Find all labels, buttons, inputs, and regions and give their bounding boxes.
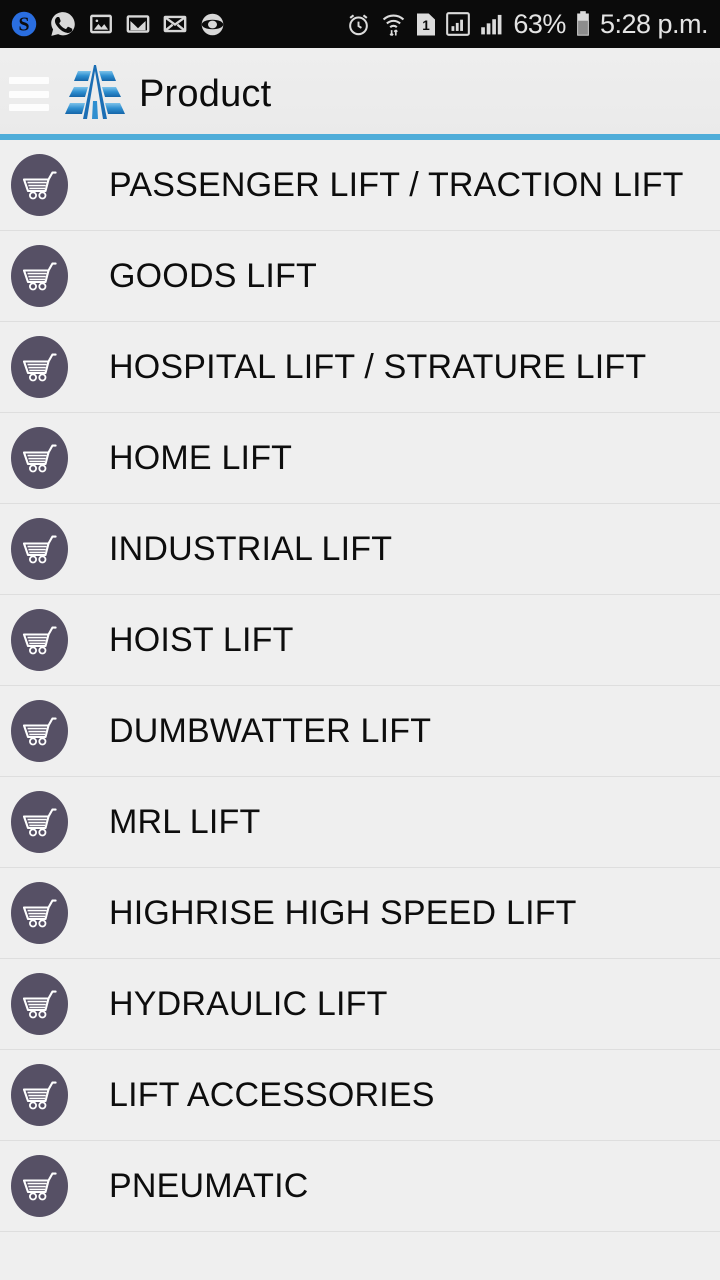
shopping-cart-icon: [11, 973, 68, 1035]
email-envelope-icon: [163, 15, 187, 33]
app-header: Product: [0, 48, 720, 140]
svg-text:1: 1: [423, 18, 431, 33]
cart-glyph: [22, 171, 57, 200]
list-item-label: HOIST LIFT: [109, 621, 294, 659]
list-item-label: HOME LIFT: [109, 439, 293, 477]
list-item-label: GOODS LIFT: [109, 257, 317, 295]
list-item-8[interactable]: HIGHRISE HIGH SPEED LIFT: [0, 868, 720, 959]
shopping-cart-icon: [11, 154, 68, 216]
list-item-5[interactable]: HOIST LIFT: [0, 595, 720, 686]
list-item-label: HYDRAULIC LIFT: [109, 985, 388, 1023]
status-bar-notification-icons: S: [10, 10, 226, 38]
status-bar-clock: 5:28 p.m.: [599, 8, 709, 39]
list-item-label: PNEUMATIC: [109, 1167, 309, 1205]
shopping-cart-icon: [11, 1064, 68, 1126]
hamburger-menu-icon[interactable]: [9, 77, 49, 111]
list-item-1[interactable]: GOODS LIFT: [0, 231, 720, 322]
signal-bars-icon: [481, 14, 502, 35]
battery-percent-label: 63%: [513, 8, 566, 39]
cart-glyph: [22, 1172, 57, 1201]
list-item-10[interactable]: LIFT ACCESSORIES: [0, 1050, 720, 1141]
shopping-cart-icon: [11, 609, 68, 671]
cart-glyph: [22, 1081, 57, 1110]
cart-glyph: [22, 444, 57, 473]
list-item-label: HOSPITAL LIFT / STRATURE LIFT: [109, 348, 647, 386]
opera-circle-icon: [201, 13, 224, 35]
status-bar: S 1 63% 5:28 p.m.: [0, 0, 720, 48]
alarm-clock-icon: [349, 13, 369, 35]
gallery-photo-icon: [90, 14, 112, 34]
product-category-list: PASSENGER LIFT / TRACTION LIFT GOODS LIF…: [0, 140, 720, 1232]
hamburger-bar-1: [9, 77, 49, 84]
whatsapp-icon: [51, 12, 75, 36]
list-item-2[interactable]: HOSPITAL LIFT / STRATURE LIFT: [0, 322, 720, 413]
list-item-label: PASSENGER LIFT / TRACTION LIFT: [109, 166, 684, 204]
gmail-icon: [126, 15, 150, 33]
shopping-cart-icon: [11, 882, 68, 944]
list-item-9[interactable]: HYDRAULIC LIFT: [0, 959, 720, 1050]
list-item-label: HIGHRISE HIGH SPEED LIFT: [109, 894, 577, 932]
battery-icon: [577, 11, 589, 36]
cart-glyph: [22, 535, 57, 564]
list-item-label: DUMBWATTER LIFT: [109, 712, 432, 750]
shopping-cart-icon: [11, 1155, 68, 1217]
cart-glyph: [22, 262, 57, 291]
cart-glyph: [22, 899, 57, 928]
skype-s-icon: S: [11, 11, 37, 37]
list-item-11[interactable]: PNEUMATIC: [0, 1141, 720, 1232]
cart-glyph: [22, 808, 57, 837]
signal-bars-boxed-icon: [446, 12, 471, 36]
sim-card-1-icon: 1: [417, 12, 436, 36]
shopping-cart-icon: [11, 245, 68, 307]
app-screen: S 1 63% 5:28 p.m. Product PASSENGER LIFT…: [0, 0, 720, 1280]
shopping-cart-icon: [11, 336, 68, 398]
header-accent-line: [0, 134, 720, 140]
shopping-cart-icon: [11, 518, 68, 580]
svg-text:S: S: [18, 13, 29, 35]
list-item-6[interactable]: DUMBWATTER LIFT: [0, 686, 720, 777]
list-item-label: MRL LIFT: [109, 803, 261, 841]
shopping-cart-icon: [11, 791, 68, 853]
shopping-cart-icon: [11, 700, 68, 762]
list-item-0[interactable]: PASSENGER LIFT / TRACTION LIFT: [0, 140, 720, 231]
cart-glyph: [22, 717, 57, 746]
cart-glyph: [22, 626, 57, 655]
page-title: Product: [139, 73, 272, 115]
list-item-label: INDUSTRIAL LIFT: [109, 530, 393, 568]
list-item-7[interactable]: MRL LIFT: [0, 777, 720, 868]
list-item-label: LIFT ACCESSORIES: [109, 1076, 435, 1114]
shopping-cart-icon: [11, 427, 68, 489]
wifi-icon: [383, 14, 405, 36]
list-item-3[interactable]: HOME LIFT: [0, 413, 720, 504]
list-item-4[interactable]: INDUSTRIAL LIFT: [0, 504, 720, 595]
cart-glyph: [22, 353, 57, 382]
status-bar-system-icons: 1 63% 5:28 p.m.: [345, 8, 709, 40]
hamburger-bar-3: [9, 104, 49, 111]
cart-glyph: [22, 990, 57, 1019]
hamburger-bar-2: [9, 90, 49, 98]
app-logo-icon: [65, 65, 125, 119]
